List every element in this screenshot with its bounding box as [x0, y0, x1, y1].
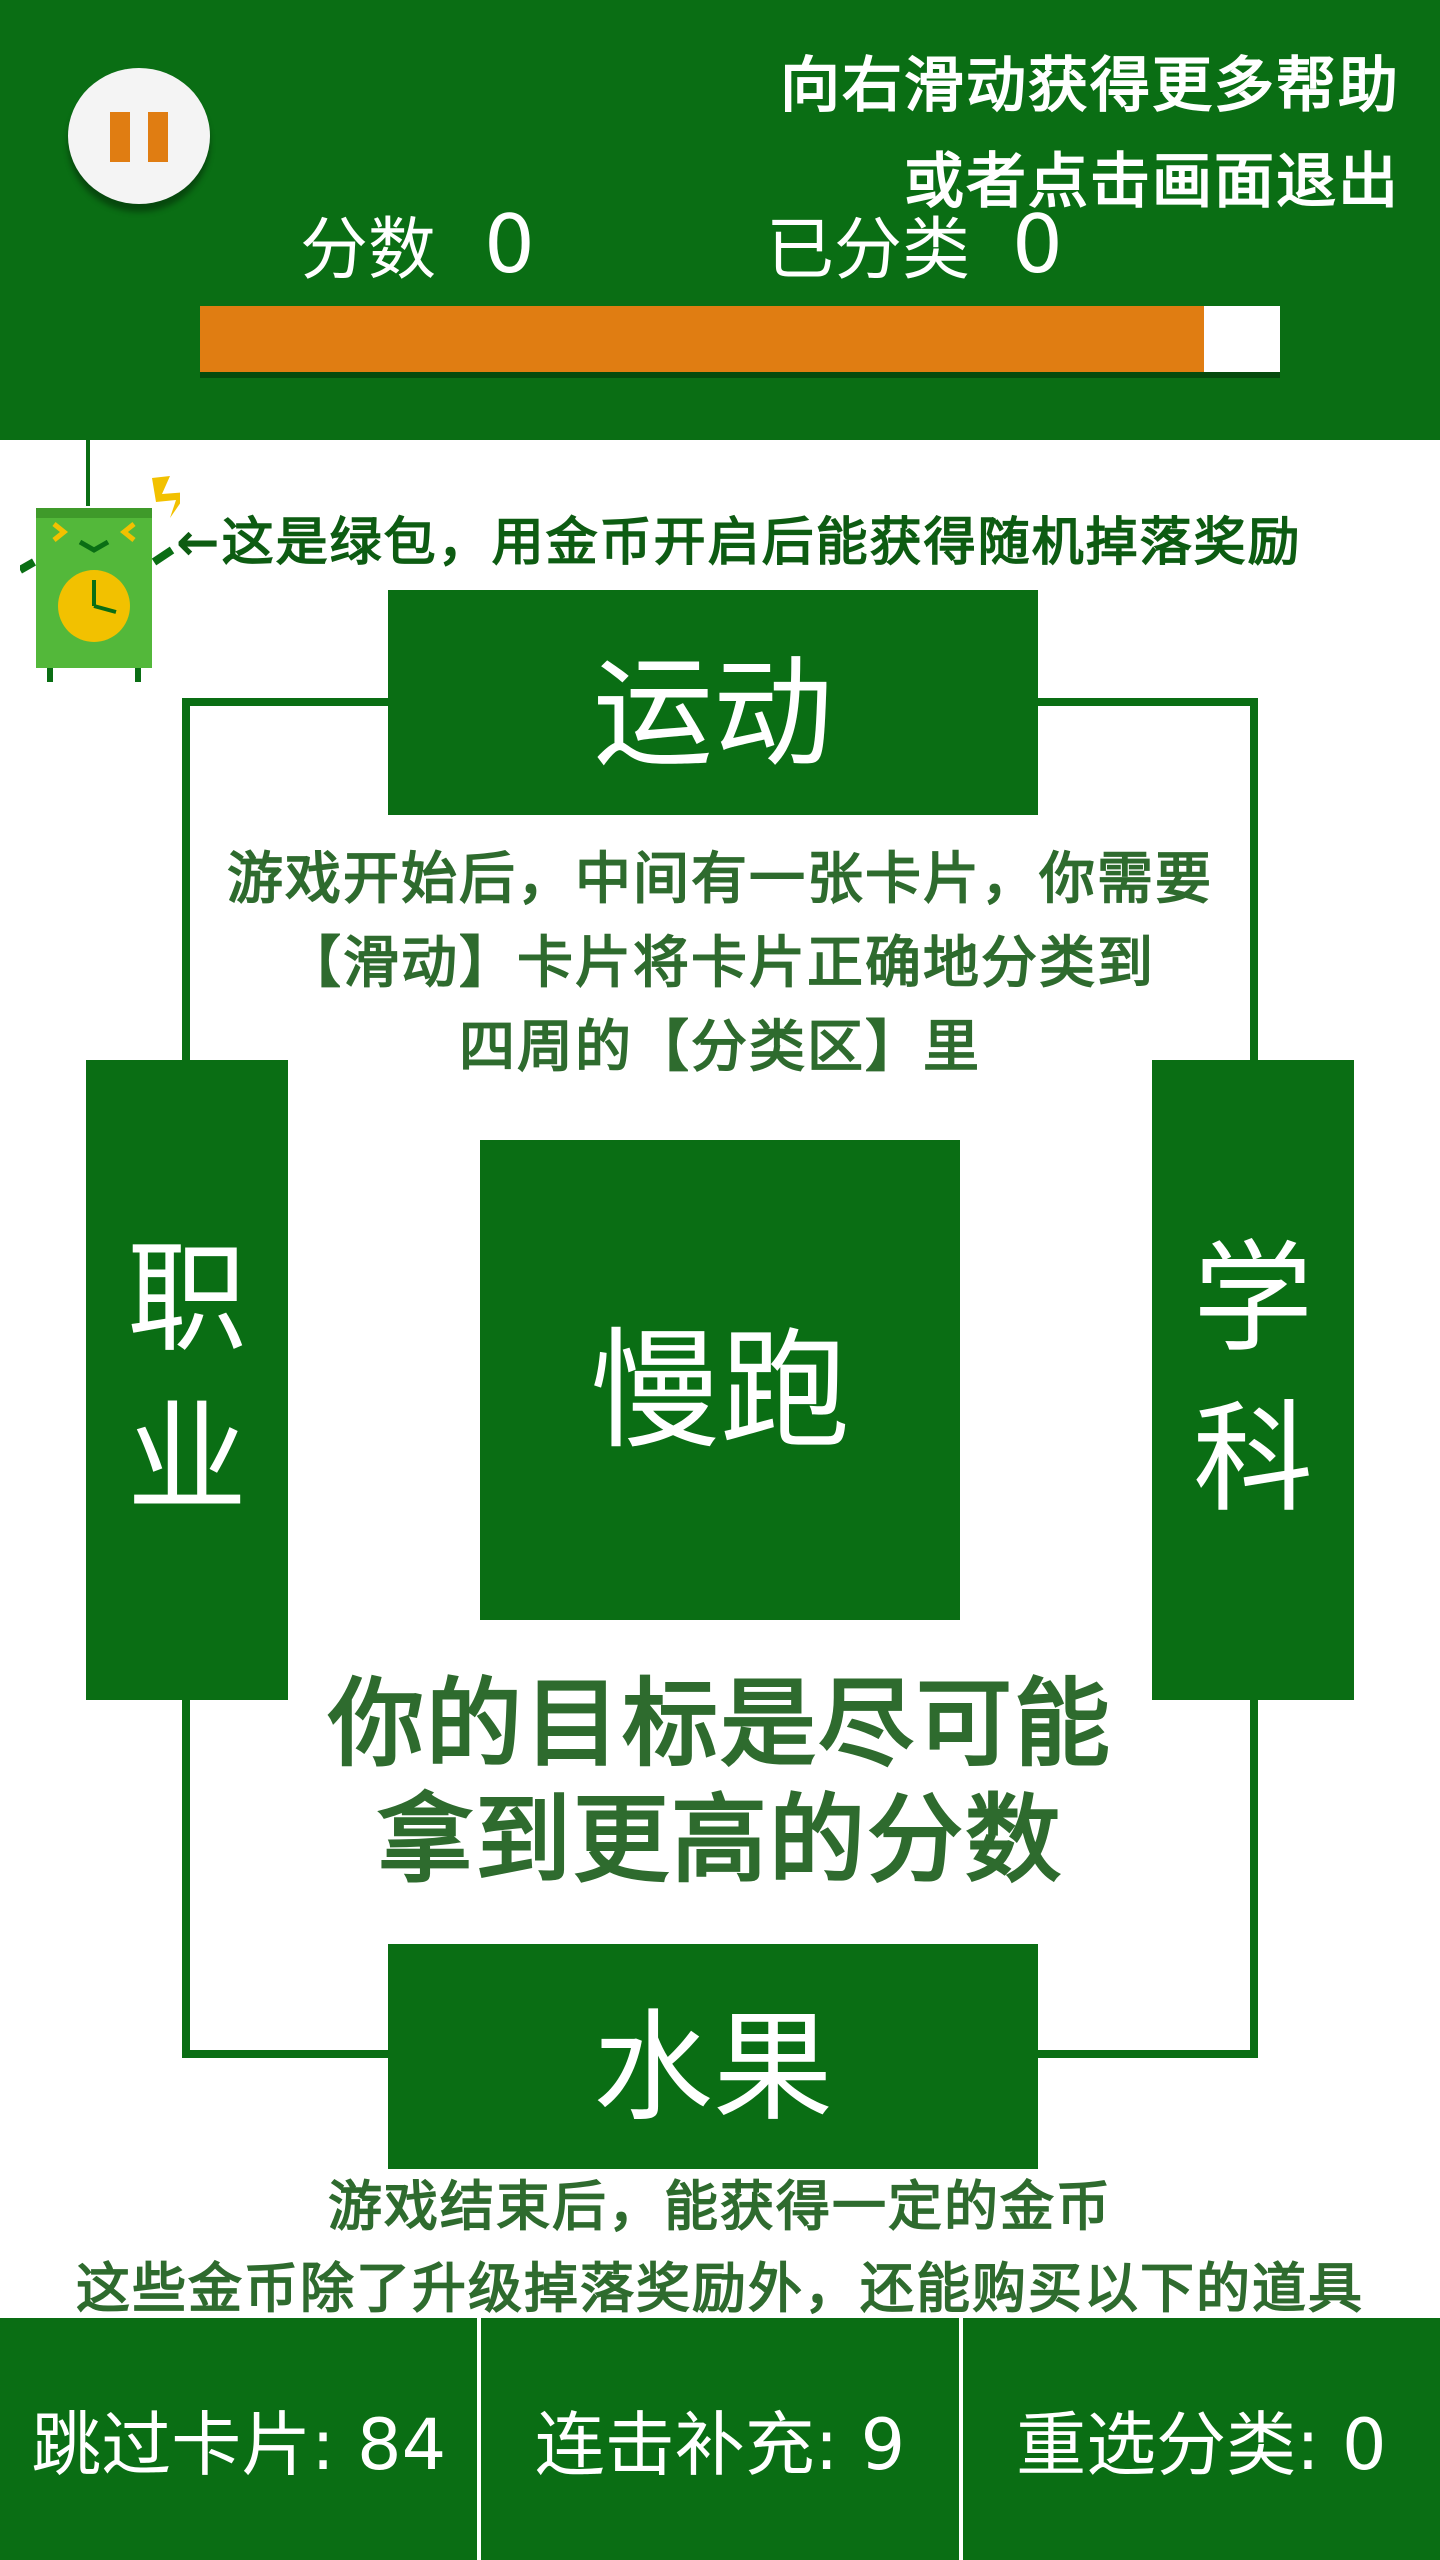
swipe-tip-line: 【滑动】卡片将卡片正确地分类到 — [285, 931, 1155, 996]
powerup-combo-refill[interactable]: 连击补充: 9 — [481, 2318, 963, 2560]
green-bag-note: ←这是绿包，用金币开启后能获得随机掉落奖励 — [176, 513, 1302, 573]
help-hint-line: 向右滑动获得更多帮助 — [780, 51, 1400, 121]
powerup-skip-card[interactable]: 跳过卡片: 84 — [0, 2318, 482, 2560]
powerup-reselect-category[interactable]: 重选分类: 0 — [963, 2318, 1440, 2560]
powerup-bar: 跳过卡片: 84 连击补充: 9 重选分类: 0 — [0, 2318, 1440, 2560]
coins-tip: 游戏结束后，能获得一定的金币 这些金币除了升级掉落奖励外，还能购买以下的道具 — [0, 2166, 1440, 2330]
category-bottom[interactable]: 水果 — [388, 1944, 1038, 2169]
category-left[interactable]: 职业 — [86, 1060, 288, 1700]
swipe-tip: 游戏开始后，中间有一张卡片，你需要 【滑动】卡片将卡片正确地分类到 四周的【分类… — [190, 838, 1250, 1090]
score-value: 0 — [484, 198, 535, 291]
score-label: 分数 — [300, 211, 437, 290]
goal-tip-line: 拿到更高的分数 — [377, 1784, 1063, 1896]
timer-bar — [200, 306, 1280, 372]
timer-bar-fill — [200, 306, 1205, 372]
pause-icon — [110, 112, 130, 162]
swipe-tip-line: 游戏开始后，中间有一张卡片，你需要 — [227, 847, 1213, 912]
pause-button[interactable] — [68, 68, 210, 204]
green-bag-clock-icon[interactable] — [18, 436, 188, 686]
goal-tip: 你的目标是尽可能 拿到更高的分数 — [190, 1666, 1250, 1898]
swipe-tip-line: 四周的【分类区】里 — [459, 1015, 981, 1080]
coins-tip-line: 游戏结束后，能获得一定的金币 — [328, 2175, 1112, 2238]
classified-value: 0 — [1012, 198, 1063, 291]
classified-label: 已分类 — [766, 211, 971, 290]
goal-tip-line: 你的目标是尽可能 — [328, 1668, 1112, 1780]
category-top[interactable]: 运动 — [388, 590, 1038, 815]
top-bar: 向右滑动获得更多帮助 或者点击画面退出 分数 0 已分类 0 — [0, 0, 1440, 440]
center-card[interactable]: 慢跑 — [480, 1140, 960, 1620]
category-right[interactable]: 学科 — [1152, 1060, 1354, 1700]
